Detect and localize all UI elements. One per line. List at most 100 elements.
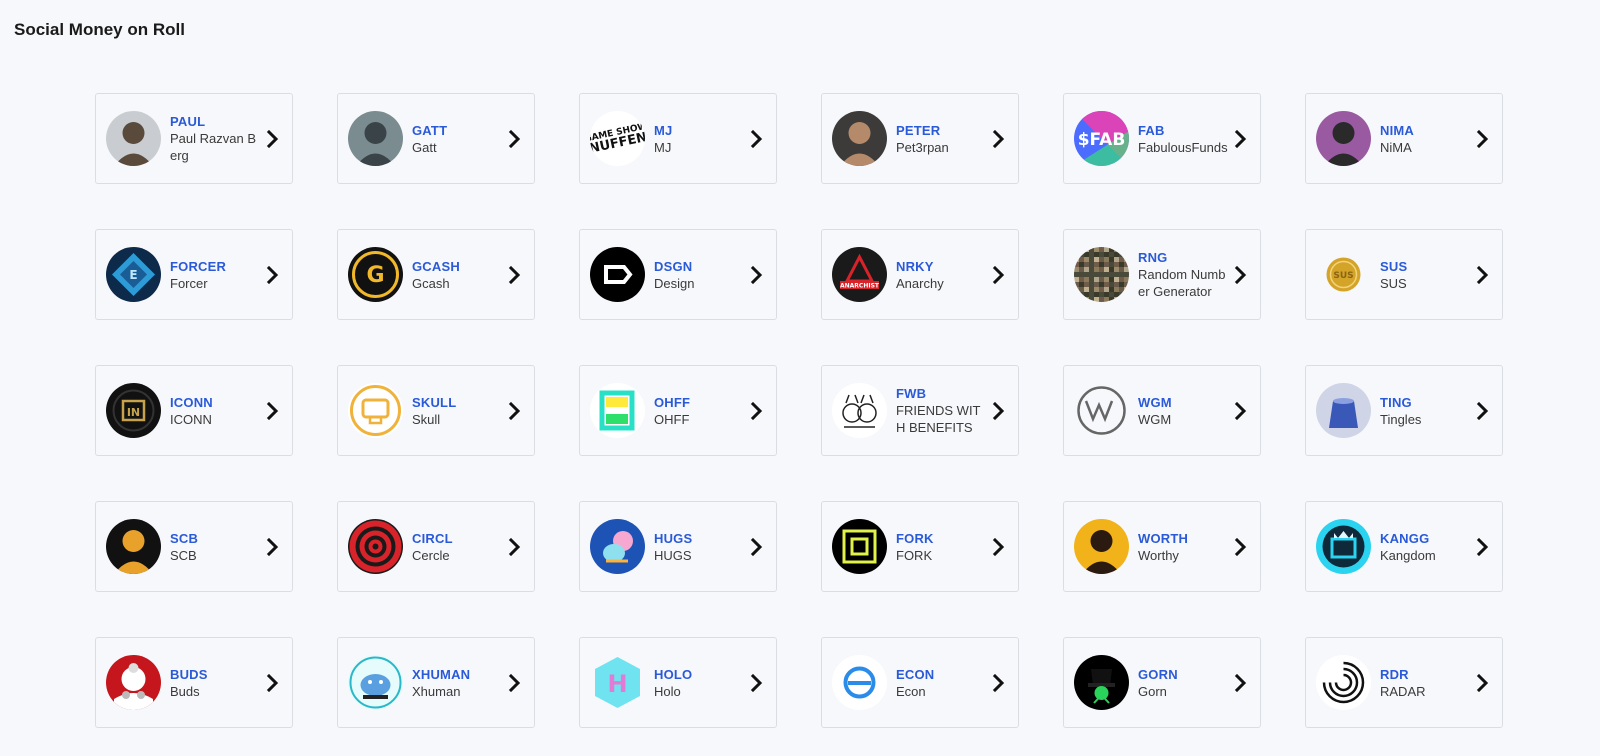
token-ticker: BUDS [170, 666, 208, 682]
token-card-holo[interactable]: H HOLO Holo [579, 637, 777, 728]
token-card-circl[interactable]: CIRCL Cercle [337, 501, 535, 592]
chevron-right-icon[interactable] [1234, 129, 1248, 148]
token-card-dsgn[interactable]: DSGN Design [579, 229, 777, 320]
chevron-right-icon[interactable] [750, 265, 764, 284]
token-name: WGM [1138, 411, 1172, 427]
token-card-iconn[interactable]: IN ICONN ICONN [95, 365, 293, 456]
chevron-right-icon[interactable] [992, 401, 1006, 420]
token-card-hugs[interactable]: HUGS HUGS [579, 501, 777, 592]
nima-avatar-icon [1316, 111, 1371, 166]
chevron-right-icon[interactable] [1476, 265, 1490, 284]
token-name: Gatt [412, 139, 437, 155]
token-card-gcash[interactable]: G GCASH Gcash [337, 229, 535, 320]
chevron-right-icon[interactable] [508, 129, 522, 148]
token-name: Tingles [1380, 411, 1422, 427]
token-card-gorn[interactable]: GORN Gorn [1063, 637, 1261, 728]
chevron-right-icon[interactable] [508, 537, 522, 556]
token-card-worth[interactable]: WORTH Worthy [1063, 501, 1261, 592]
token-name: Gorn [1138, 683, 1167, 699]
chevron-right-icon[interactable] [1234, 401, 1248, 420]
token-info: OHFF OHFF [654, 394, 746, 428]
chevron-right-icon[interactable] [266, 673, 280, 692]
chevron-right-icon[interactable] [1234, 265, 1248, 284]
token-card-skull[interactable]: SKULL Skull [337, 365, 535, 456]
token-card-ting[interactable]: TING Tingles [1305, 365, 1503, 456]
token-name: Forcer [170, 275, 208, 291]
token-info: KANGG Kangdom [1380, 530, 1472, 564]
token-ticker: ICONN [170, 394, 213, 410]
rdr-logo-icon [1316, 655, 1371, 710]
chevron-right-icon[interactable] [266, 129, 280, 148]
chevron-right-icon[interactable] [992, 673, 1006, 692]
token-card-nima[interactable]: NIMA NiMA [1305, 93, 1503, 184]
chevron-right-icon[interactable] [992, 537, 1006, 556]
token-name: SUS [1380, 275, 1407, 291]
chevron-right-icon[interactable] [1234, 673, 1248, 692]
peter-avatar-icon [832, 111, 887, 166]
token-ticker: ECON [896, 666, 935, 682]
chevron-right-icon[interactable] [1234, 537, 1248, 556]
token-info: XHUMAN Xhuman [412, 666, 504, 700]
chevron-right-icon[interactable] [992, 129, 1006, 148]
chevron-right-icon[interactable] [1476, 537, 1490, 556]
chevron-right-icon[interactable] [750, 129, 764, 148]
token-info: MJ MJ [654, 122, 746, 156]
chevron-right-icon[interactable] [750, 673, 764, 692]
chevron-right-icon[interactable] [508, 673, 522, 692]
token-card-wgm[interactable]: WGM WGM [1063, 365, 1261, 456]
chevron-right-icon[interactable] [992, 265, 1006, 284]
token-name: Gcash [412, 275, 450, 291]
token-card-fab[interactable]: $FAB FAB FabulousFunds [1063, 93, 1261, 184]
token-card-xhuman[interactable]: XHUMAN Xhuman [337, 637, 535, 728]
token-name: Buds [170, 683, 200, 699]
chevron-right-icon[interactable] [266, 537, 280, 556]
token-card-kangg[interactable]: KANGG Kangdom [1305, 501, 1503, 592]
token-card-paul[interactable]: PAUL Paul Razvan Berg [95, 93, 293, 184]
chevron-right-icon[interactable] [750, 537, 764, 556]
token-card-fork[interactable]: FORK FORK [821, 501, 1019, 592]
svg-text:H: H [607, 670, 627, 698]
token-card-buds[interactable]: BUDS Buds [95, 637, 293, 728]
token-grid: PAUL Paul Razvan Berg GATT Gatt GAME SHOW NUF… [95, 93, 1503, 728]
token-card-rng[interactable]: RNG Random Number Generator [1063, 229, 1261, 320]
token-info: FORCER Forcer [170, 258, 262, 292]
chevron-right-icon[interactable] [1476, 401, 1490, 420]
token-card-nrky[interactable]: ANARCHIST NRKY Anarchy [821, 229, 1019, 320]
token-card-ohff[interactable]: OHFF OHFF [579, 365, 777, 456]
token-card-sus[interactable]: SUS SUS SUS [1305, 229, 1503, 320]
token-info: SCB SCB [170, 530, 262, 564]
svg-text:E: E [129, 268, 137, 282]
svg-text:$FAB: $FAB [1078, 130, 1126, 150]
token-name: Paul Razvan Berg [170, 131, 256, 163]
token-card-rdr[interactable]: RDR RADAR [1305, 637, 1503, 728]
token-name: FRIENDS WITH BENEFITS [896, 403, 981, 435]
token-card-fwb[interactable]: FWB FRIENDS WITH BENEFITS [821, 365, 1019, 456]
chevron-right-icon[interactable] [508, 265, 522, 284]
token-info: FORK FORK [896, 530, 988, 564]
chevron-right-icon[interactable] [1476, 129, 1490, 148]
chevron-right-icon[interactable] [1476, 673, 1490, 692]
token-card-gatt[interactable]: GATT Gatt [337, 93, 535, 184]
chevron-right-icon[interactable] [750, 401, 764, 420]
token-card-peter[interactable]: PETER Pet3rpan [821, 93, 1019, 184]
token-info: BUDS Buds [170, 666, 262, 700]
token-name: Econ [896, 683, 926, 699]
token-name: MJ [654, 139, 672, 155]
chevron-right-icon[interactable] [508, 401, 522, 420]
token-card-econ[interactable]: ECON Econ [821, 637, 1019, 728]
token-info: NIMA NiMA [1380, 122, 1472, 156]
token-name: HUGS [654, 547, 692, 563]
token-ticker: FORCER [170, 258, 227, 274]
fork-logo-icon [832, 519, 887, 574]
token-card-forcer[interactable]: E FORCER Forcer [95, 229, 293, 320]
chevron-right-icon[interactable] [266, 265, 280, 284]
gatt-avatar-icon [348, 111, 403, 166]
token-info: WGM WGM [1138, 394, 1230, 428]
paul-avatar-icon [106, 111, 161, 166]
token-ticker: SUS [1380, 258, 1408, 274]
token-card-mj[interactable]: GAME SHOW NUFFEN MJ MJ [579, 93, 777, 184]
gcash-logo-icon: G [348, 247, 403, 302]
chevron-right-icon[interactable] [266, 401, 280, 420]
token-card-scb[interactable]: SCB SCB [95, 501, 293, 592]
token-info: GORN Gorn [1138, 666, 1230, 700]
